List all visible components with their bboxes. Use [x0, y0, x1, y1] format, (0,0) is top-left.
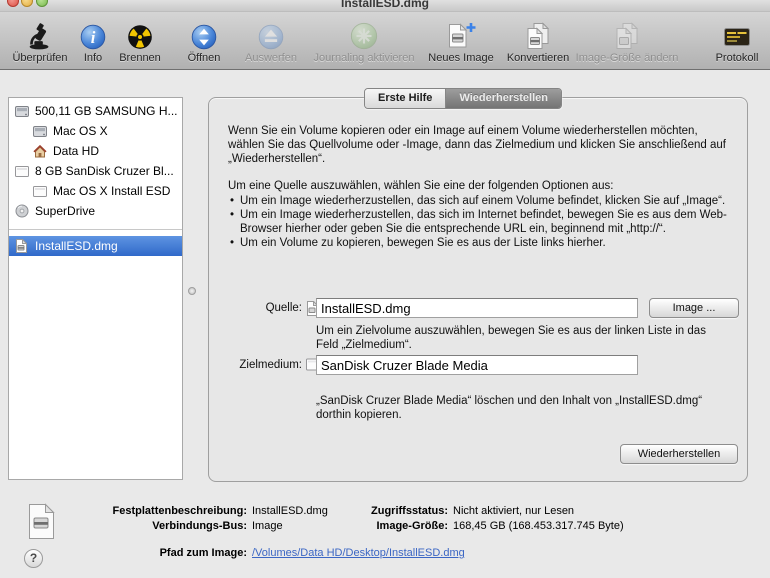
restore-intro-text: Wenn Sie ein Volume kopieren oder ein Im… [228, 125, 726, 165]
sidebar-item-samsung-disk[interactable]: 500,11 GB SAMSUNG H... [9, 101, 182, 121]
disk-utility-window: InstallESD.dmg Überprüfen i Info Brennen… [0, 0, 770, 578]
image-path-link[interactable]: /Volumes/Data HD/Desktop/InstallESD.dmg [252, 547, 465, 559]
resize-image-icon [611, 19, 643, 51]
source-field[interactable] [316, 298, 638, 318]
disk-info-right: Zugriffsstatus: Nicht aktiviert, nur Les… [332, 505, 624, 532]
external-drive-icon [15, 164, 30, 178]
source-option-volume: Um ein Image wiederherzustellen, das sic… [228, 194, 732, 208]
image-path-row: Pfad zum Image: /Volumes/Data HD/Desktop… [75, 547, 465, 559]
sidebar-item-superdrive[interactable]: SuperDrive [9, 201, 182, 221]
toolbar: Überprüfen i Info Brennen Öffnen Auswerf… [0, 12, 770, 70]
home-icon [33, 144, 48, 158]
restore-button[interactable]: Wiederherstellen [620, 444, 738, 464]
mode-tabs: Erste Hilfe Wiederherstellen [364, 88, 562, 109]
source-option-internet: Um ein Image wiederherzustellen, das sic… [228, 208, 732, 236]
access-status-label: Zugriffsstatus: [371, 505, 448, 517]
image-size-label: Image-Größe: [376, 520, 448, 532]
target-help-text: Um ein Zielvolume auszuwählen, bewegen S… [316, 325, 706, 351]
source-options-heading: Um eine Quelle auszuwählen, wählen Sie e… [228, 180, 614, 192]
internal-drive-icon [15, 104, 30, 118]
log-icon [721, 19, 753, 51]
volume-icon [33, 124, 48, 138]
help-button[interactable]: ? [24, 549, 43, 568]
bus-label: Verbindungs-Bus: [152, 520, 247, 532]
source-label: Quelle: [265, 302, 302, 314]
source-option-copy: Um ein Volume zu kopieren, bewegen Sie e… [228, 236, 732, 250]
description-label: Festplattenbeschreibung: [112, 505, 247, 517]
device-list: 500,11 GB SAMSUNG H... Mac OS X Data HD … [8, 97, 183, 480]
tab-wiederherstellen[interactable]: Wiederherstellen [445, 89, 561, 108]
journaling-icon [349, 19, 379, 51]
sidebar-separator [9, 229, 182, 230]
sidebar-item-mac-os-x-install-esd[interactable]: Mac OS X Install ESD [9, 181, 182, 201]
access-status-value: Nicht aktiviert, nur Lesen [453, 505, 575, 517]
window-title: InstallESD.dmg [340, 0, 429, 10]
description-value: InstallESD.dmg [252, 505, 328, 517]
title-bar: InstallESD.dmg [0, 0, 770, 12]
source-row: Quelle: Image ... [209, 298, 747, 320]
target-field[interactable] [316, 355, 638, 375]
restore-confirmation-text: „SanDisk Cruzer Blade Media“ löschen und… [316, 395, 703, 421]
splitter-handle[interactable] [188, 287, 196, 295]
convert-icon [522, 19, 554, 51]
target-row: Zielmedium: [209, 355, 747, 377]
target-label: Zielmedium: [239, 359, 302, 371]
tab-erste-hilfe[interactable]: Erste Hilfe [365, 89, 446, 108]
selected-disk-image-icon [26, 503, 56, 545]
source-options-list: Um ein Image wiederherzustellen, das sic… [228, 194, 732, 250]
image-size-value: 168,45 GB (168.453.317.745 Byte) [453, 520, 624, 532]
optical-drive-icon [15, 204, 30, 218]
sidebar-item-data-hd[interactable]: Data HD [9, 141, 182, 161]
disk-image-icon [15, 239, 30, 253]
disk-info-left: Festplattenbeschreibung: InstallESD.dmg … [75, 505, 328, 532]
sidebar-item-sandisk-drive[interactable]: 8 GB SanDisk Cruzer Bl... [9, 161, 182, 181]
image-path-label: Pfad zum Image: [159, 547, 247, 559]
sidebar-item-installesd-dmg[interactable]: InstallESD.dmg [9, 236, 182, 256]
external-volume-icon [33, 184, 48, 198]
sidebar-item-mac-os-x[interactable]: Mac OS X [9, 121, 182, 141]
toolbar-log-button[interactable]: Protokoll [672, 19, 770, 64]
image-button[interactable]: Image ... [649, 298, 739, 318]
bus-value: Image [252, 520, 283, 532]
eject-icon [257, 19, 285, 51]
restore-panel: Wenn Sie ein Volume kopieren oder ein Im… [208, 97, 748, 482]
